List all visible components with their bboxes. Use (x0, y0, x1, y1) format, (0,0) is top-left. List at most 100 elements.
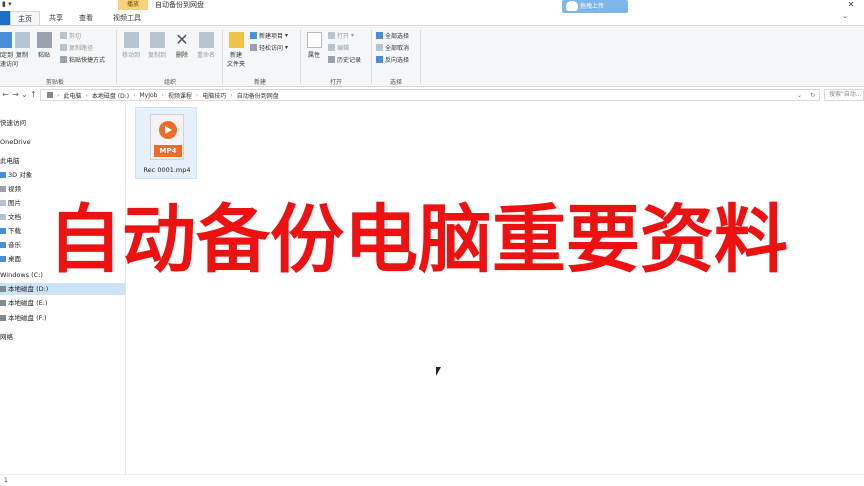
context-tab-play[interactable]: 播放 (118, 0, 148, 10)
recent-locations-icon[interactable]: ⌄ (21, 89, 28, 101)
nav-item-this-pc[interactable]: 此电脑 (0, 155, 125, 167)
forward-arrow-icon[interactable]: → (12, 89, 19, 101)
breadcrumb-item[interactable]: 此电脑 (63, 91, 81, 100)
nav-item-label: 本地磁盘 (D:) (8, 285, 49, 293)
easy-access-button[interactable]: 轻松访问 ▾ (250, 43, 288, 52)
group-label-new: 新建 (253, 79, 266, 86)
rename-button[interactable]: 重命名 (195, 32, 217, 59)
nav-item-drive-d[interactable]: 本地磁盘 (D:) (0, 283, 125, 295)
history-button[interactable]: 历史记录 (328, 55, 361, 64)
pin-label: 固定到 (0, 52, 13, 59)
new-item-button[interactable]: 新建项目 ▾ (250, 31, 288, 40)
navigation-pane[interactable]: 快速访问 OneDrive 此电脑 3D 对象 视频 图片 文档 下载 音乐 桌… (0, 105, 126, 475)
paste-shortcut-button[interactable]: 粘贴快捷方式 (60, 55, 105, 64)
select-none-button[interactable]: 全部取消 (376, 43, 409, 52)
pin-quick-access-button[interactable]: 固定到 快速访问 (0, 32, 18, 68)
copy-to-label: 复制到 (147, 52, 166, 59)
breadcrumb-item[interactable]: 本地磁盘 (D:) (92, 91, 129, 100)
breadcrumb-item-current[interactable]: 自动备份到网盘 (237, 91, 279, 100)
shortcut-icon (60, 56, 67, 63)
back-arrow-icon[interactable]: ← (2, 89, 9, 101)
select-none-label: 全部取消 (385, 45, 410, 52)
breadcrumb-item[interactable]: 视频课程 (168, 91, 192, 100)
breadcrumb-item[interactable]: MyJob (139, 92, 157, 99)
open-button[interactable]: 打开 ▾ (328, 31, 354, 40)
invert-selection-button[interactable]: 反向选择 (376, 55, 409, 64)
paste-button[interactable]: 粘贴 (35, 32, 53, 59)
paste-shortcut-label: 粘贴快捷方式 (69, 57, 106, 64)
tab-share[interactable]: 共享 (44, 11, 68, 25)
ribbon-divider (300, 30, 301, 84)
status-bar: 1 (0, 474, 864, 486)
edit-icon (328, 44, 335, 51)
select-all-button[interactable]: 全部选择 (376, 31, 409, 40)
search-box[interactable]: 搜索"自动... (824, 89, 864, 101)
tab-view[interactable]: 查看 (74, 11, 98, 25)
cut-label: 剪切 (69, 33, 82, 40)
nav-item-drive-e[interactable]: 本地磁盘 (E:) (0, 297, 125, 309)
nav-item-label: 桌面 (8, 255, 21, 263)
quick-access-toolbar[interactable]: ▮ ▾ (2, 0, 12, 8)
copy-button[interactable]: 复制 (13, 32, 31, 59)
tab-home[interactable]: 主页 (10, 11, 40, 25)
nav-item-label: 图片 (8, 199, 21, 207)
path-icon (60, 44, 67, 51)
copy-to-button[interactable]: 复制到 (146, 32, 168, 59)
nav-item-label: 音乐 (8, 241, 21, 249)
address-dropdown-icon[interactable]: ⌄ (797, 92, 802, 99)
ribbon-expand-icon[interactable]: ⌄ (842, 12, 848, 20)
close-icon[interactable]: ✕ (838, 0, 864, 10)
group-label-open: 打开 (329, 79, 342, 86)
navigation-bar: ← → ⌄ ↑ › 此电脑 › 本地磁盘 (D:) › MyJob › 视频课程… (0, 88, 864, 102)
ribbon-divider (371, 30, 372, 84)
tab-file[interactable] (0, 11, 10, 25)
move-icon (123, 32, 139, 48)
breadcrumb-separator: › (230, 91, 233, 99)
ribbon-divider (116, 30, 117, 84)
chevron-down-icon: ▾ (351, 32, 355, 39)
edit-button[interactable]: 编辑 (328, 43, 349, 52)
nav-item-quick-access[interactable]: 快速访问 (0, 117, 125, 129)
select-none-icon (376, 44, 383, 51)
chevron-down-icon: ▾ (285, 32, 289, 39)
status-text: 1 (4, 477, 8, 484)
nav-item-onedrive[interactable]: OneDrive (0, 136, 125, 148)
refresh-icon[interactable]: ↻ (810, 92, 815, 99)
nav-item-3d-objects[interactable]: 3D 对象 (0, 169, 125, 181)
paste-label: 粘贴 (37, 52, 50, 59)
up-arrow-icon[interactable]: ↑ (30, 89, 37, 101)
address-bar[interactable]: › 此电脑 › 本地磁盘 (D:) › MyJob › 视频课程 › 电脑技巧 … (40, 89, 820, 101)
mp4-file-icon: MP4 (150, 114, 184, 160)
nav-item-videos[interactable]: 视频 (0, 183, 125, 195)
nav-item-drive-f[interactable]: 本地磁盘 (F:) (0, 312, 125, 324)
new-item-label: 新建项目 (259, 33, 284, 40)
delete-button[interactable]: ✕ 删除 (173, 32, 191, 60)
tab-video-tools[interactable]: 视频工具 (106, 11, 148, 25)
ribbon-divider (222, 30, 223, 84)
nav-item-label: 本地磁盘 (E:) (8, 299, 48, 307)
document-icon (0, 214, 6, 220)
open-icon (328, 32, 335, 39)
file-item[interactable]: MP4 Rec 0001.mp4 (135, 107, 197, 179)
new-folder-label: 新建 (229, 52, 242, 59)
copy-path-button[interactable]: 复制路径 (60, 43, 93, 52)
breadcrumb-separator: › (57, 91, 60, 99)
rename-icon (198, 32, 214, 48)
breadcrumb-item[interactable]: 电脑技巧 (202, 91, 226, 100)
easy-access-label: 轻松访问 (259, 45, 284, 52)
nav-item-network[interactable]: 网络 (0, 331, 125, 343)
mouse-cursor-icon (436, 367, 441, 376)
properties-button[interactable]: 属性 (305, 32, 323, 59)
nav-item-label: OneDrive (0, 138, 31, 146)
new-folder-button[interactable]: 新建 文件夹 (226, 32, 246, 68)
move-to-button[interactable]: 移动到 (120, 32, 142, 59)
cut-button[interactable]: 剪切 (60, 31, 81, 40)
new-folder-icon (228, 32, 244, 48)
select-all-icon (376, 32, 383, 39)
title-bar: ▮ ▾ 播放 自动备份到网盘 拖拽上传 ✕ (0, 0, 864, 13)
ribbon: 固定到 快速访问 复制 粘贴 剪切 复制路径 粘贴快捷方式 剪贴板 移动到 复制… (0, 25, 864, 87)
overlay-caption: 自动备份电脑重要资料 (48, 197, 788, 283)
computer-icon (47, 92, 53, 98)
delete-label: 删除 (175, 52, 188, 59)
drive-icon (0, 300, 6, 306)
